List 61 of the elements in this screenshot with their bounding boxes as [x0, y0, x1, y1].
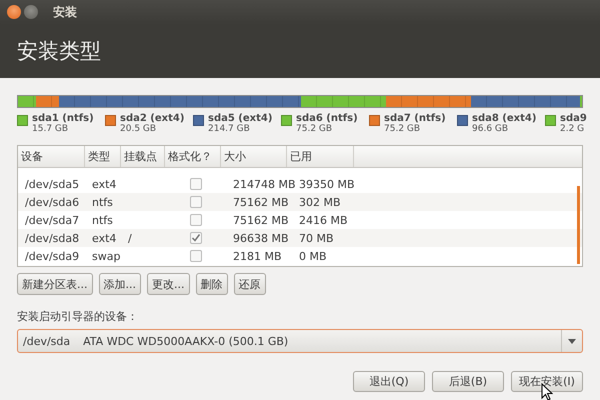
table-cell-text: 75162 MB — [232, 196, 290, 208]
partition-size: 75.2 GB — [384, 124, 422, 134]
partition-name: sda2 (ext4) — [120, 113, 184, 124]
partition-name: sda1 (ntfs) — [32, 113, 94, 124]
format-checkbox[interactable] — [190, 196, 202, 208]
partition-segment — [18, 96, 36, 107]
page-title: 安装类型 — [17, 38, 101, 65]
boot-loader-label: 安装启动引导器的设备： — [17, 309, 139, 324]
partition-size: 15.7 GB — [32, 124, 70, 134]
partition-size: 214.7 GB — [208, 124, 251, 134]
column-header[interactable]: 大小 — [221, 146, 287, 167]
table-cell-text: 75162 MB — [232, 214, 290, 226]
table-cell-text: 2416 MB — [298, 214, 349, 226]
table-cell-text: /dev/sda7 — [24, 214, 80, 226]
partition-name: sda9 — [560, 113, 587, 124]
column-header[interactable]: 挂载点 — [121, 146, 165, 167]
partition-size: 96.6 GB — [472, 124, 510, 134]
table-cell-text: /dev/sda6 — [24, 196, 80, 208]
partition-button[interactable]: 删除 — [196, 273, 228, 295]
format-checkbox[interactable] — [190, 250, 202, 262]
table-cell-text: 39350 MB — [298, 178, 356, 190]
window-title: 安装 — [53, 4, 77, 20]
table-cell-text: 70 MB — [298, 232, 335, 244]
dialog-button[interactable]: 退出(Q) — [353, 371, 425, 392]
format-checkbox[interactable] — [190, 232, 202, 244]
table-cell-text: ext4 — [91, 232, 118, 244]
boot-device-dropdown[interactable]: /dev/sda ATA WDC WD5000AAKX-0 (500.1 GB) — [17, 329, 583, 353]
table-cell-text: 96638 MB — [232, 232, 290, 244]
table-cell-text: 0 MB — [298, 250, 328, 262]
partition-size: 20.5 GB — [120, 124, 158, 134]
table-cell-text: 2181 MB — [232, 250, 283, 262]
format-checkbox[interactable] — [190, 214, 202, 226]
column-header[interactable]: 类型 — [85, 146, 121, 167]
dialog-button[interactable]: 后退(B) — [432, 371, 504, 392]
column-header[interactable]: 已用 — [287, 146, 354, 167]
table-cell-text: swap — [91, 250, 121, 262]
table-cell-text: /dev/sda8 — [24, 232, 80, 244]
partition-button[interactable]: 更改... — [147, 273, 190, 295]
table-cell-text: /dev/sda9 — [24, 250, 80, 262]
partition-button[interactable]: 新建分区表... — [17, 273, 92, 295]
table-cell-text: ext4 — [91, 178, 118, 190]
close-button[interactable] — [7, 5, 21, 19]
table-cell-text: ntfs — [91, 196, 114, 208]
scrollbar[interactable] — [577, 186, 580, 264]
table-cell-text: /dev/sda5 — [24, 178, 80, 190]
minimize-button[interactable] — [24, 5, 38, 19]
format-checkbox[interactable] — [190, 178, 202, 190]
partition-name: sda7 (ntfs) — [384, 113, 446, 124]
partition-button[interactable]: 还原 — [234, 273, 266, 295]
partition-name: sda8 (ext4) — [472, 113, 536, 124]
partition-size: 75.2 GB — [296, 124, 334, 134]
dropdown-arrow-icon — [568, 338, 576, 344]
table-cell-text: 302 MB — [298, 196, 342, 208]
table-cell-text: / — [127, 232, 133, 244]
table-cell-text: ntfs — [91, 214, 114, 226]
column-header[interactable]: 格式化？ — [165, 146, 221, 167]
column-header[interactable]: 设备 — [18, 146, 85, 167]
partition-name: sda6 (ntfs) — [296, 113, 358, 124]
partition-button[interactable]: 添加... — [98, 273, 141, 295]
partition-name: sda5 (ext4) — [208, 113, 272, 124]
partition-size: 2.2 G — [560, 124, 586, 134]
